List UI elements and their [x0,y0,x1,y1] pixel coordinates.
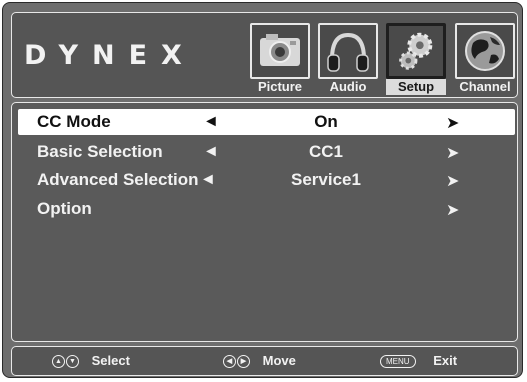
menu-row-value: CC1 [308,142,343,161]
menu-row-option[interactable]: Option ➤ [18,196,515,222]
camera-icon [250,23,310,79]
tab-setup[interactable]: Setup [386,23,446,95]
down-arrow-icon: ▼ [66,355,79,369]
exit-hint: MENU Exit [380,353,458,369]
tab-setup-label: Setup [386,79,446,95]
dynex-logo: DYNEX [24,40,196,71]
exit-hint-label: Exit [433,353,458,368]
right-circle-arrow-icon: ▶ [237,355,250,369]
headphones-icon [318,23,378,79]
move-hint-label: Move [262,353,296,368]
globe-icon [455,23,515,79]
menu-row-label: Advanced Selection [37,170,199,189]
tab-channel[interactable]: Channel [455,23,515,94]
left-arrow-icon[interactable]: ◄ [203,113,219,131]
menu-row-label: Option [37,199,92,218]
left-circle-arrow-icon: ◀ [223,355,236,369]
tab-picture-label: Picture [257,79,303,94]
menu-row-label: CC Mode [37,112,111,131]
menu-header: DYNEX Picture Audio Setup Channel [11,12,518,98]
menu-list-panel: CC Mode ◄ On ➤ Basic Selection ◄ CC1 ➤ A… [11,102,518,342]
menu-key-icon: MENU [380,355,416,369]
menu-row-cc-mode[interactable]: CC Mode ◄ On ➤ [18,109,515,135]
select-hint: ▲ ▼ Select [52,353,130,369]
menu-row-value: Service1 [291,170,361,189]
right-arrow-icon[interactable]: ➤ [446,143,459,163]
right-arrow-icon[interactable]: ➤ [446,113,459,133]
right-arrow-icon[interactable]: ➤ [446,171,459,191]
menu-row-label: Basic Selection [37,142,163,161]
menu-row-advanced-selection[interactable]: Advanced Selection ◄ Service1 ➤ [18,167,515,193]
left-arrow-icon[interactable]: ◄ [203,143,219,161]
tab-audio[interactable]: Audio [318,23,378,94]
left-arrow-icon[interactable]: ◄ [200,171,216,189]
menu-row-basic-selection[interactable]: Basic Selection ◄ CC1 ➤ [18,139,515,165]
select-hint-label: Select [91,353,130,368]
right-arrow-icon[interactable]: ➤ [446,200,459,220]
tab-channel-label: Channel [459,79,511,94]
tv-frame: DYNEX Picture Audio Setup Channel CC Mod… [2,2,523,378]
gears-icon [386,23,446,79]
menu-row-value: On [314,112,338,131]
tab-audio-label: Audio [329,79,367,94]
move-hint: ◀ ▶ Move [223,353,296,369]
up-arrow-icon: ▲ [52,355,65,369]
tab-picture[interactable]: Picture [250,23,310,94]
hint-bar: ▲ ▼ Select ◀ ▶ Move MENU Exit [11,346,518,376]
